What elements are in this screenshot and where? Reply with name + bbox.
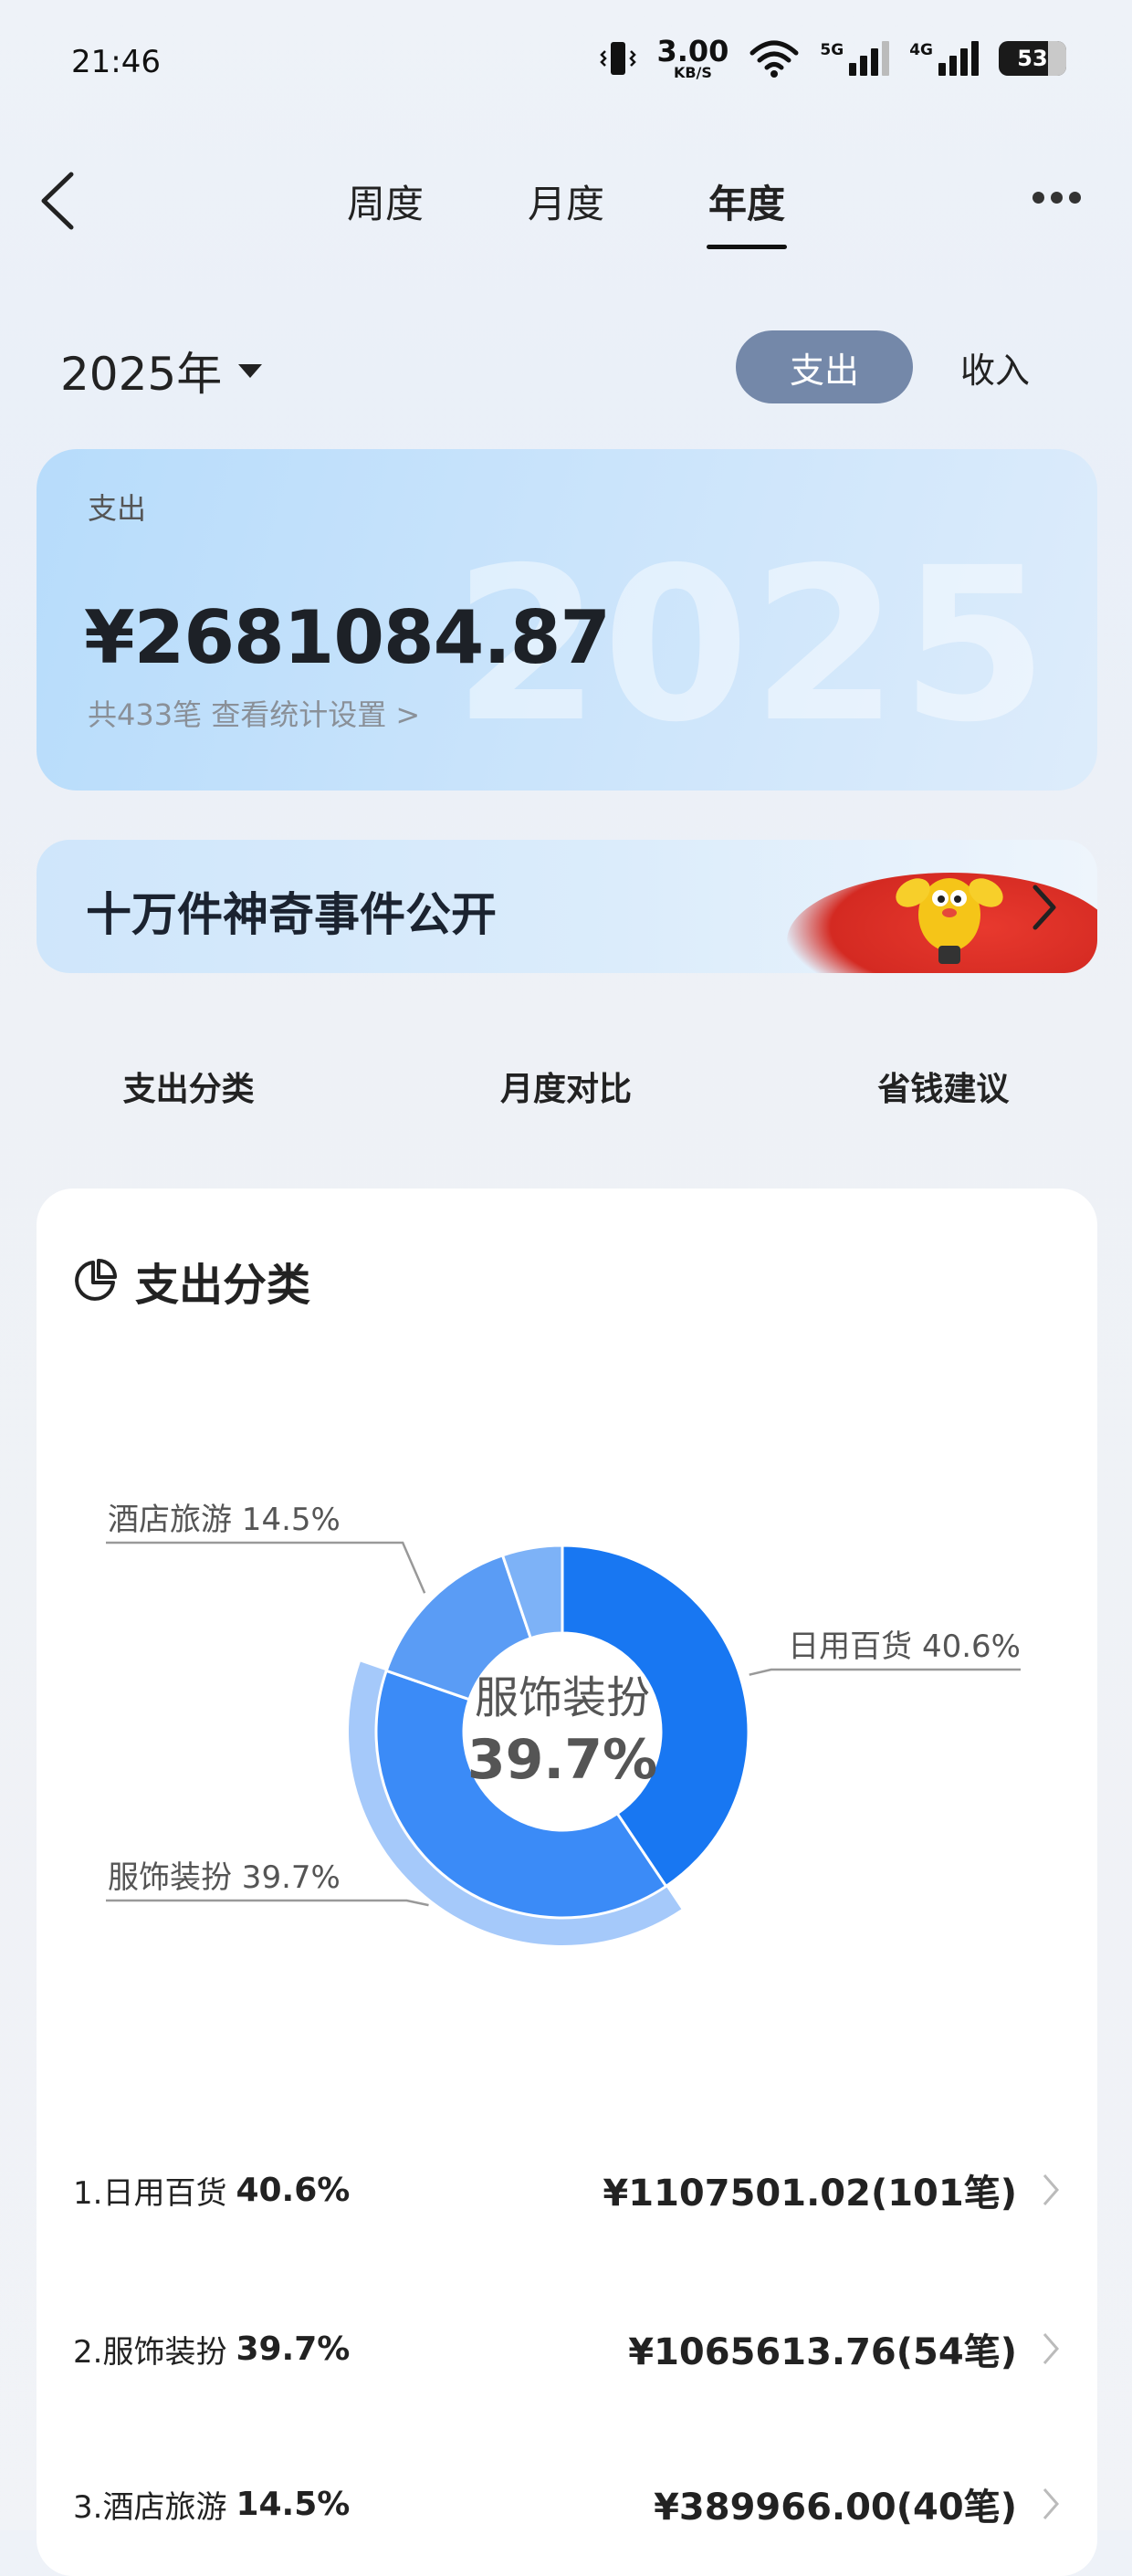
label-leader-line — [106, 1541, 426, 1594]
chevron-right-icon — [1032, 885, 1056, 930]
more-options-icon[interactable] — [1032, 192, 1081, 204]
net-speed-unit: KB/S — [673, 64, 712, 81]
mascot-icon — [896, 878, 1003, 964]
vibrate-icon — [600, 42, 637, 75]
chevron-right-icon — [1043, 2333, 1059, 2364]
category-percent: 39.7% — [236, 2330, 351, 2368]
battery-level: 53 — [1017, 46, 1048, 71]
section-tab-category[interactable]: 支出分类 — [0, 1063, 377, 1110]
stats-settings-link[interactable]: 共433笔 查看统计设置 > — [88, 692, 420, 734]
category-card-title: 支出分类 — [135, 1260, 311, 1311]
caret-down-icon — [238, 363, 263, 378]
battery-icon: 53 — [999, 41, 1066, 76]
year-label: 2025年 — [60, 348, 223, 401]
promo-banner[interactable]: 十万件神奇事件公开 — [37, 840, 1097, 973]
donut-center-value: 39.7% — [467, 1728, 657, 1792]
wifi-icon — [749, 40, 799, 78]
status-icons: 3.00 KB/S 5G 4G 53 — [600, 37, 1066, 80]
donut-slice-label: 酒店旅游 14.5% — [108, 1502, 341, 1538]
net-speed-value: 3.00 — [656, 34, 729, 68]
total-amount: ¥2681084.87 — [84, 595, 611, 680]
banner-text: 十万件神奇事件公开 — [86, 888, 497, 941]
signal-5g-icon: 5G — [820, 41, 890, 76]
section-tab-monthly-compare[interactable]: 月度对比 — [377, 1063, 754, 1110]
category-card-header: 支出分类 — [71, 1249, 310, 1313]
category-name: 1.日用百货 — [73, 2174, 227, 2212]
section-tab-saving-tips[interactable]: 省钱建议 — [755, 1063, 1132, 1110]
donut-slice-label: 日用百货 40.6% — [788, 1628, 1021, 1665]
signal-5g-label: 5G — [820, 41, 844, 59]
label-leader-line — [106, 1899, 429, 1907]
period-tabs: 周度 月度 年度 — [0, 173, 1132, 249]
donut-slice-label: 服饰装扮 39.7% — [108, 1859, 341, 1896]
year-selector[interactable]: 2025年 — [60, 338, 263, 403]
chevron-right-icon — [1043, 2488, 1059, 2519]
status-time: 21:46 — [71, 44, 161, 80]
toggle-expense-button[interactable]: 支出 — [736, 330, 913, 403]
category-row[interactable]: 1.日用百货 40.6% ¥1107501.02(101笔) — [73, 2163, 1061, 2216]
tab-yearly[interactable]: 年度 — [707, 173, 788, 249]
category-row[interactable]: 3.酒店旅游 14.5% ¥389966.00(40笔) — [73, 2477, 1061, 2530]
category-donut-chart[interactable]: 日用百货 40.6% 服饰装扮 39.7% 酒店旅游 14.5% 服饰装扮 39.7… — [0, 1424, 1132, 2063]
toggle-income-button[interactable]: 收入 — [913, 330, 1077, 403]
label-leader-line — [749, 1668, 1021, 1676]
pie-chart-icon — [75, 1259, 117, 1301]
expense-income-toggle: 支出 收入 — [736, 330, 1077, 403]
summary-label: 支出 — [88, 491, 147, 526]
category-amount: ¥1107501.02(101笔) — [603, 2173, 1017, 2215]
signal-4g-label: 4G — [909, 41, 933, 59]
chevron-right-icon — [1043, 2174, 1059, 2205]
tab-monthly[interactable]: 月度 — [526, 173, 606, 229]
section-tabs: 支出分类 月度对比 省钱建议 — [0, 1063, 1132, 1110]
tab-weekly[interactable]: 周度 — [345, 173, 425, 229]
signal-4g-icon: 4G — [909, 41, 979, 76]
net-speed: 3.00 KB/S — [656, 37, 728, 80]
category-percent: 14.5% — [236, 2485, 351, 2523]
summary-card: 2025 支出 ¥2681084.87 共433笔 查看统计设置 > — [37, 449, 1097, 791]
category-percent: 40.6% — [236, 2171, 351, 2209]
category-row[interactable]: 2.服饰装扮 39.7% ¥1065613.76(54笔) — [73, 2322, 1061, 2375]
donut-center-label: 服饰装扮 — [475, 1672, 650, 1723]
category-amount: ¥1065613.76(54笔) — [628, 2331, 1017, 2373]
category-name: 3.酒店旅游 — [73, 2488, 227, 2526]
category-amount: ¥389966.00(40笔) — [654, 2487, 1017, 2529]
category-name: 2.服饰装扮 — [73, 2333, 227, 2371]
